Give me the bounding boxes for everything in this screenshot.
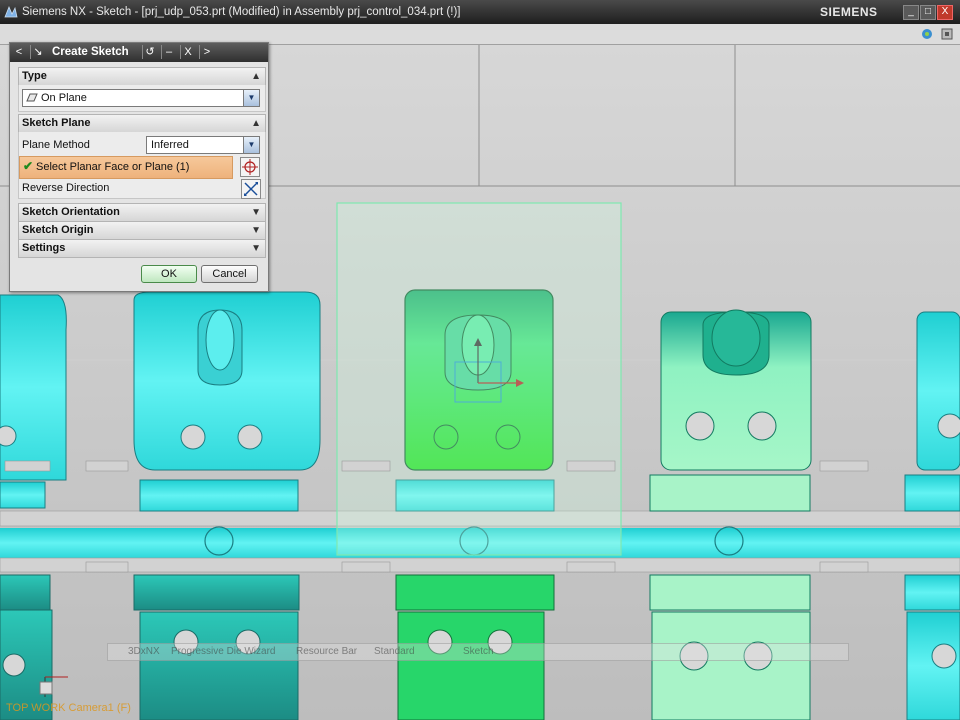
ghost-toolbar-item: Progressive Die Wizard (171, 646, 276, 657)
section-sketch-orientation[interactable]: Sketch Orientation ▼ (18, 203, 266, 222)
plane-method-value: Inferred (151, 139, 189, 151)
crosshair-icon (242, 159, 258, 175)
plane-method-label: Plane Method (22, 139, 90, 151)
section-sketch-plane[interactable]: Sketch Plane ▲ (18, 114, 266, 133)
section-type-label: Type (22, 70, 47, 82)
brand-label: SIEMENS (820, 5, 878, 19)
back-button[interactable]: < (12, 45, 26, 59)
plane-icon (26, 93, 38, 102)
settings-icon[interactable] (940, 27, 954, 41)
reverse-direction-icon (244, 182, 258, 196)
window-titlebar: Siemens NX - Sketch - [prj_udp_053.prt (… (0, 0, 960, 24)
ghost-toolbar: 3DxNX Progressive Die Wizard Resource Ba… (107, 643, 849, 661)
type-combo[interactable]: On Plane ▼ (22, 89, 260, 107)
minimize-dialog-button[interactable]: – (161, 45, 176, 59)
dialog-header: < ↘ Create Sketch ↺ – X > (10, 43, 268, 62)
ghost-toolbar-item: Resource Bar (296, 646, 358, 657)
ok-button[interactable]: OK (141, 265, 197, 283)
cancel-button[interactable]: Cancel (201, 265, 258, 283)
reverse-direction-button[interactable] (241, 179, 261, 199)
type-value: On Plane (41, 92, 87, 104)
camera-label: TOP WORK Camera1 (F) (6, 702, 131, 714)
chevron-up-icon: ▲ (251, 71, 261, 82)
section-sketch-plane-label: Sketch Plane (22, 117, 91, 129)
chevron-down-icon: ▼ (251, 207, 261, 218)
create-sketch-dialog: < ↘ Create Sketch ↺ – X > Type ▲ On Plan… (9, 42, 269, 292)
chevron-down-icon: ▼ (251, 243, 261, 254)
section-type[interactable]: Type ▲ (18, 67, 266, 86)
section-settings[interactable]: Settings ▼ (18, 239, 266, 258)
type-panel: On Plane ▼ (18, 85, 266, 112)
chevron-down-icon: ▼ (251, 225, 261, 236)
ghost-toolbar-item: Standard (374, 646, 415, 657)
undo-icon[interactable]: ↺ (142, 45, 157, 59)
nx-logo-icon (4, 5, 18, 18)
window-title: Siemens NX - Sketch - [prj_udp_053.prt (… (22, 6, 461, 18)
dialog-title: Create Sketch (52, 46, 129, 58)
reverse-direction-label: Reverse Direction (22, 182, 110, 194)
view-icon[interactable] (920, 27, 934, 41)
forward-button[interactable]: > (199, 45, 214, 59)
section-sketch-origin[interactable]: Sketch Origin ▼ (18, 221, 266, 240)
section-sketch-orientation-label: Sketch Orientation (22, 206, 120, 218)
ghost-toolbar-item: 3DxNX (128, 646, 160, 657)
select-planar-face-row[interactable]: ✔ Select Planar Face or Plane (1) (19, 156, 233, 179)
section-sketch-origin-label: Sketch Origin (22, 224, 94, 236)
select-planar-face-label: Select Planar Face or Plane (1) (36, 161, 190, 173)
chevron-up-icon: ▲ (251, 118, 261, 129)
close-dialog-button[interactable]: X (180, 45, 195, 59)
maximize-button[interactable]: □ (920, 5, 936, 20)
ghost-toolbar-item: Sketch (463, 646, 494, 657)
plane-method-combo[interactable]: Inferred ▼ (146, 136, 260, 154)
close-window-button[interactable]: X (937, 5, 953, 20)
select-face-button[interactable] (240, 157, 260, 177)
checkmark-icon: ✔ (23, 159, 34, 173)
minimize-button[interactable]: _ (903, 5, 919, 20)
reset-icon[interactable]: ↘ (30, 45, 45, 59)
section-settings-label: Settings (22, 242, 66, 254)
chevron-down-icon[interactable]: ▼ (243, 90, 259, 106)
chevron-down-icon[interactable]: ▼ (243, 137, 259, 153)
